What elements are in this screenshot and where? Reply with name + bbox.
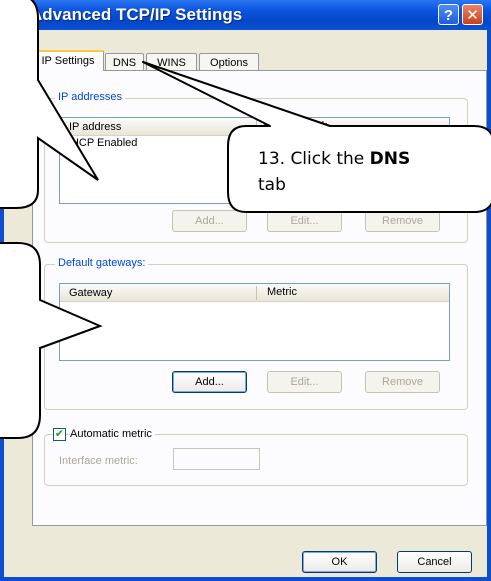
ok-button[interactable]: OK — [302, 551, 377, 573]
callout-bold: DNS — [369, 149, 411, 169]
interface-metric-label: Interface metric: — [59, 455, 138, 467]
gateway-list[interactable]: Gateway Metric — [59, 283, 450, 361]
interface-metric-input[interactable] — [173, 448, 260, 470]
automatic-metric-checkbox[interactable]: ✔ — [53, 428, 66, 441]
column-metric[interactable]: Metric — [267, 286, 297, 298]
ip-add-button[interactable]: Add... — [172, 210, 247, 232]
column-subnet-mask[interactable]: Subnet mask — [263, 120, 327, 132]
gateways-legend: Default gateways: — [55, 257, 149, 269]
column-separator[interactable] — [256, 120, 257, 134]
gateway-list-header: Gateway — [60, 284, 449, 302]
gateway-add-button[interactable]: Add... — [172, 371, 247, 393]
tab-options[interactable]: Options — [199, 53, 259, 71]
tab-label: IP Settings — [41, 55, 95, 67]
tab-label: DNS — [112, 57, 137, 69]
tab-label: WINS — [157, 57, 186, 69]
checkmark-icon: ✔ — [54, 428, 65, 440]
close-icon: ✕ — [466, 7, 479, 24]
list-item[interactable]: DHCP Enabled — [63, 137, 137, 149]
ip-edit-button[interactable]: Edit... — [267, 210, 342, 232]
column-separator[interactable] — [256, 286, 257, 300]
tab-dns[interactable]: DNS — [105, 53, 144, 71]
tab-label: Options — [210, 57, 248, 69]
automatic-metric-label[interactable]: Automatic metric — [70, 428, 155, 440]
gateway-remove-button[interactable]: Remove — [365, 371, 440, 393]
cancel-button[interactable]: Cancel — [397, 551, 472, 573]
tab-wins[interactable]: WINS — [146, 53, 197, 71]
help-button[interactable]: ? — [438, 4, 459, 25]
tab-ip-settings[interactable]: IP Settings — [32, 50, 104, 71]
callout-prefix: 13. Click the — [258, 149, 370, 169]
gateway-edit-button[interactable]: Edit... — [267, 371, 342, 393]
callout-suffix: tab — [258, 175, 286, 195]
ip-list-header: IP address — [60, 118, 449, 136]
window-title: Advanced TCP/IP Settings — [30, 5, 243, 24]
ip-remove-button[interactable]: Remove — [365, 210, 440, 232]
column-ip-address[interactable]: IP address — [69, 121, 121, 133]
help-icon: ? — [443, 7, 454, 24]
column-gateway[interactable]: Gateway — [69, 287, 112, 299]
close-button[interactable]: ✕ — [462, 4, 483, 25]
title-bar[interactable]: Advanced TCP/IP Settings ? ✕ — [0, 0, 491, 30]
ip-addresses-legend: IP addresses — [55, 91, 126, 103]
callout-instruction: 13. Click the DNS tab — [258, 146, 410, 198]
